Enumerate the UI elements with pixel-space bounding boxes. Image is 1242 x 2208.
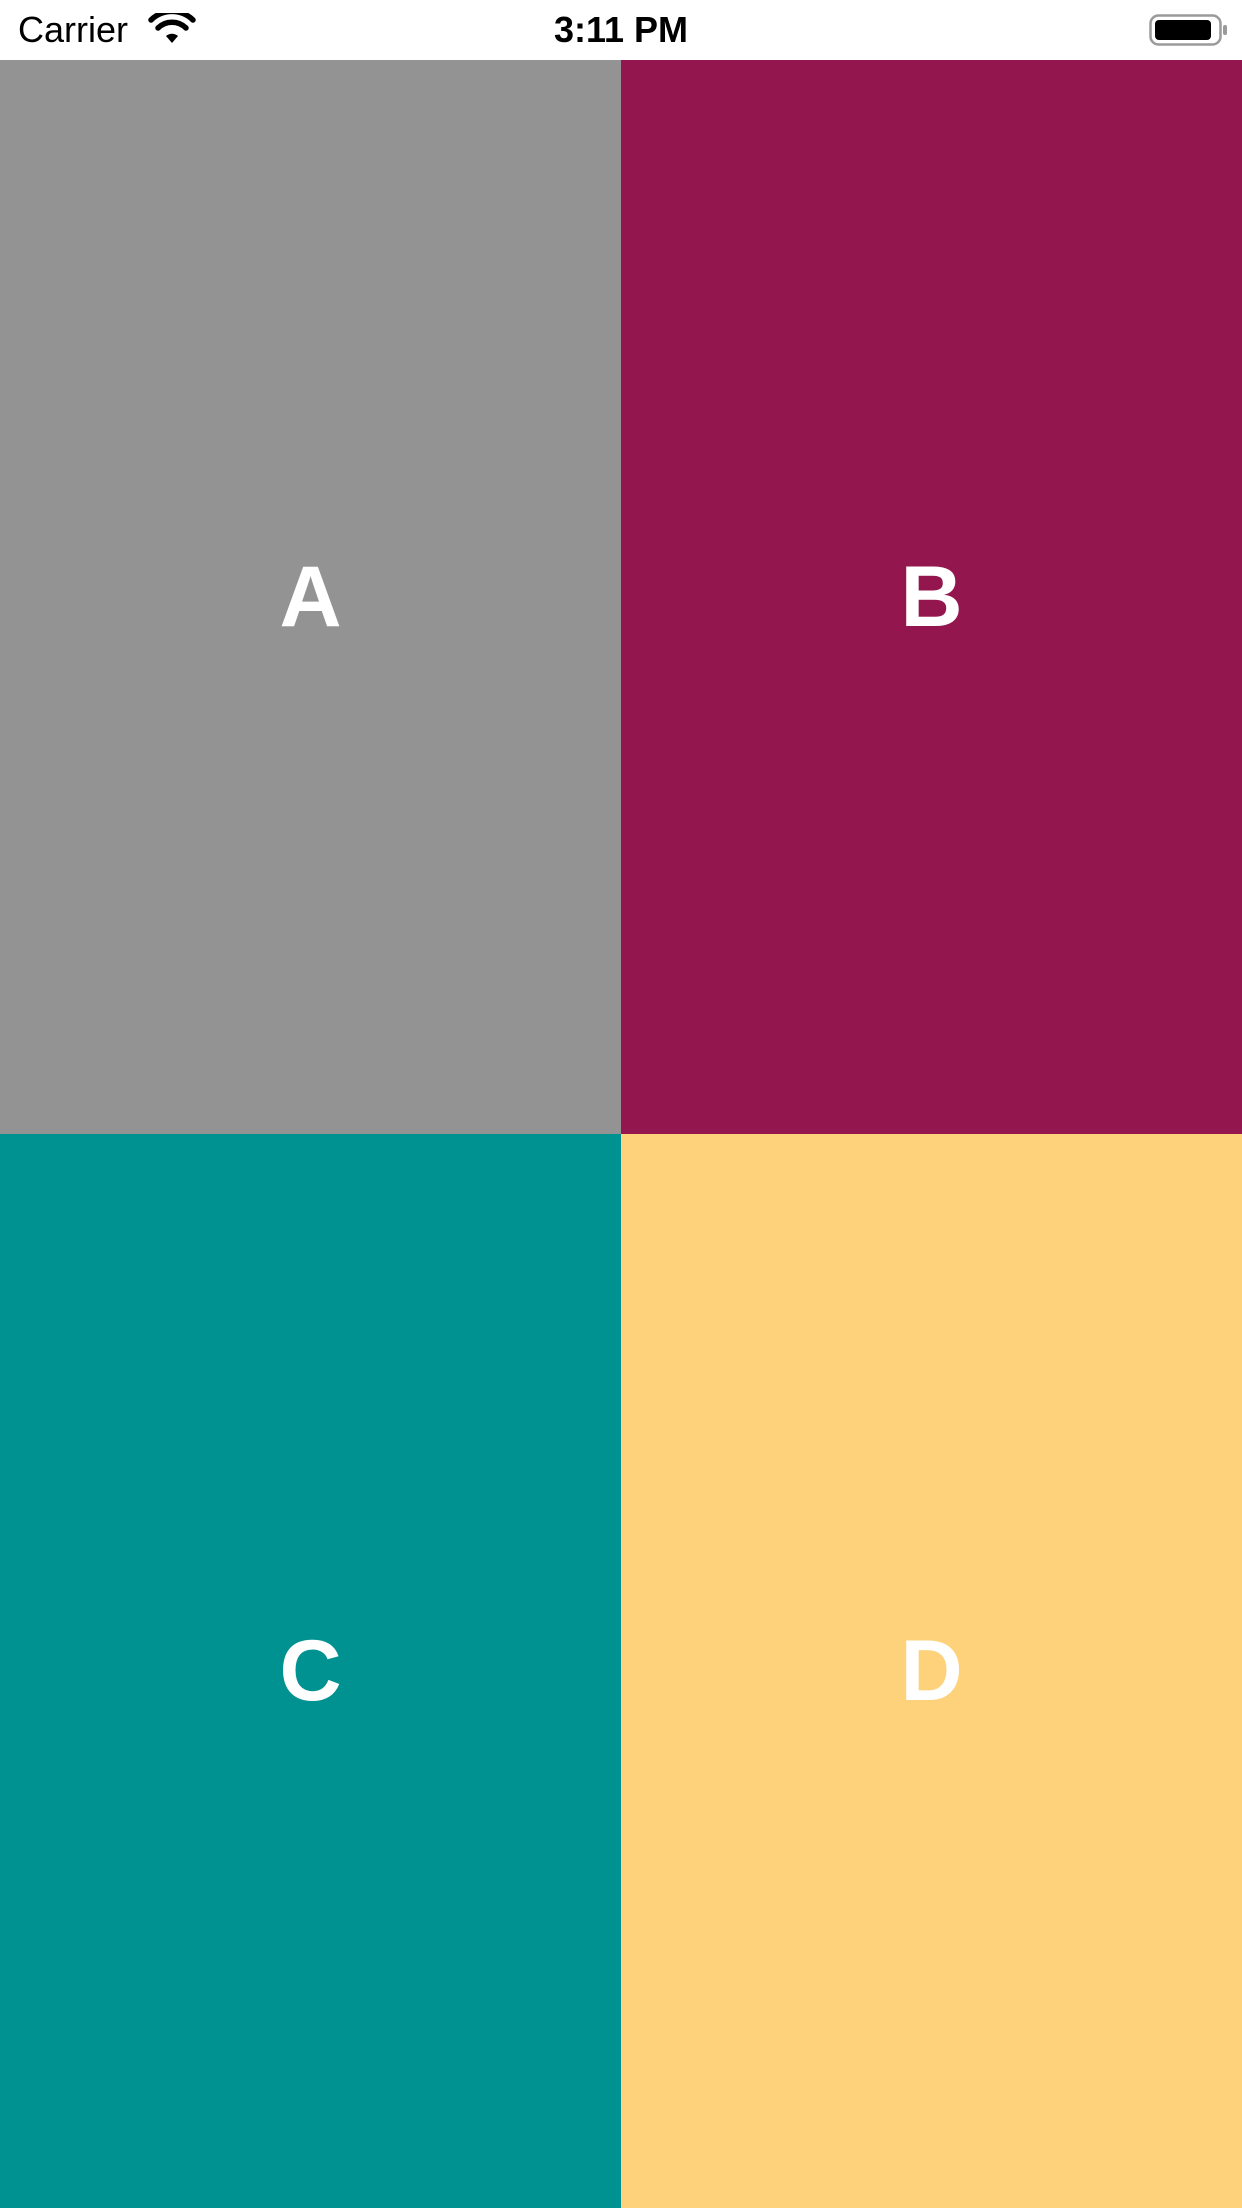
tile-d-label: D <box>900 1623 963 1719</box>
tile-c-label: C <box>279 1623 342 1719</box>
tile-a-label: A <box>279 549 342 645</box>
status-bar: Carrier 3:11 PM <box>0 0 1242 60</box>
tile-c: C <box>0 1134 621 2208</box>
tile-a: A <box>0 60 621 1134</box>
battery-icon <box>1149 14 1229 46</box>
tile-b-label: B <box>900 549 963 645</box>
app-screen: Carrier 3:11 PM A B C D <box>0 0 1242 2208</box>
status-time: 3:11 PM <box>553 9 689 50</box>
tile-b: B <box>621 60 1242 1134</box>
tile-d: D <box>621 1134 1242 2208</box>
tile-grid: A B C D <box>0 60 1242 2208</box>
